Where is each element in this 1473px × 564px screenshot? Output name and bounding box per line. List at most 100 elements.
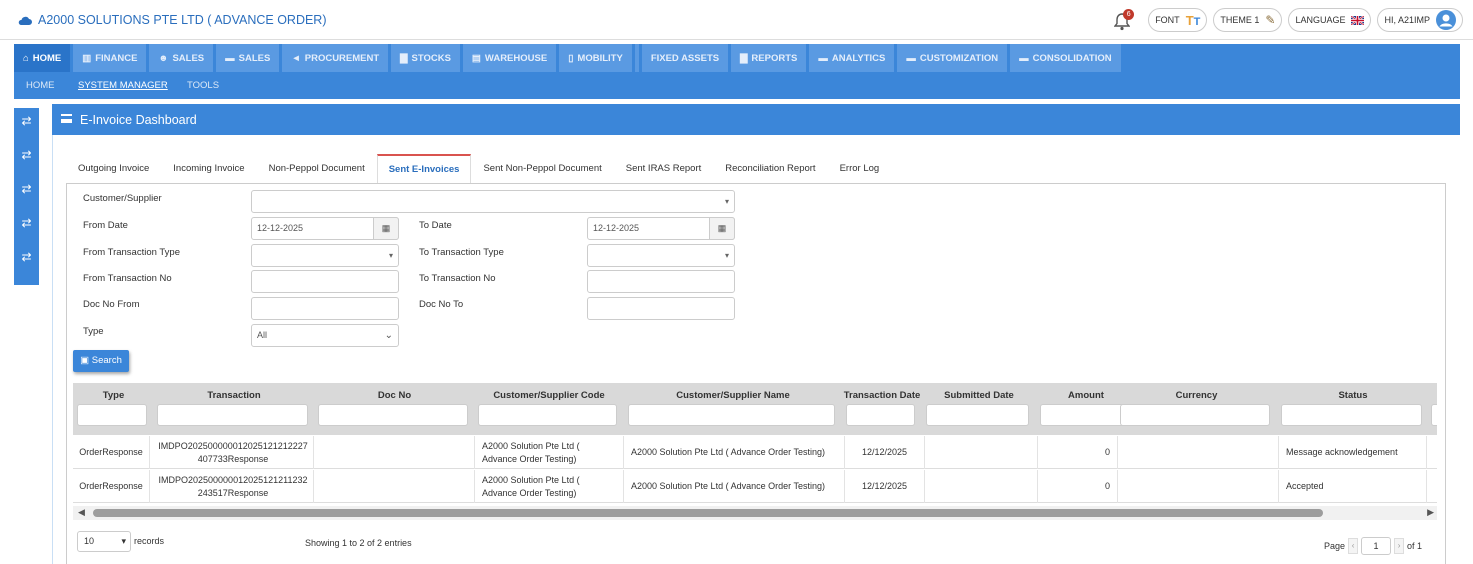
table-row[interactable]: OrderResponse IMDPO2025000000120251212122…	[73, 436, 1437, 469]
page-input[interactable]: 1	[1361, 537, 1392, 555]
type-select[interactable]: All ⌄	[251, 324, 399, 347]
column-header[interactable]: Transaction	[153, 390, 315, 401]
column-filter-input[interactable]	[77, 404, 147, 426]
prev-page-button[interactable]: ‹	[1348, 538, 1359, 554]
column-header[interactable]: Transaction Date	[842, 390, 922, 401]
tab-sent-non-peppol-document[interactable]: Sent Non-Peppol Document	[471, 154, 613, 184]
column-header[interactable]: Currency	[1116, 390, 1277, 401]
column-filter-input[interactable]	[1431, 404, 1437, 426]
language-selector[interactable]: LANGUAGE	[1288, 8, 1372, 32]
cloud-icon	[18, 16, 32, 25]
subnav-tools[interactable]: TOOLS	[187, 80, 219, 91]
tab-sent-e-invoices[interactable]: Sent E-Invoices	[376, 154, 472, 184]
column-header[interactable]: Doc No	[314, 390, 475, 401]
hamburger-icon[interactable]	[61, 114, 72, 123]
to-transaction-no-input[interactable]	[587, 270, 735, 293]
menu-item-finance[interactable]: ▥ FINANCE	[73, 44, 147, 72]
tab-non-peppol-document[interactable]: Non-Peppol Document	[257, 154, 377, 184]
menu-item-home[interactable]: ⌂ HOME	[14, 44, 71, 72]
column-filter-input[interactable]	[846, 404, 915, 426]
column-filter-input[interactable]	[318, 404, 468, 426]
subnav-home[interactable]: HOME	[26, 80, 55, 91]
menu-item-fixed-assets[interactable]: FIXED ASSETS	[641, 44, 729, 72]
swap-icon[interactable]: ⇄	[14, 176, 39, 210]
tab-reconciliation-report[interactable]: Reconciliation Report	[713, 154, 827, 184]
bullhorn-icon: ◄	[291, 52, 301, 64]
avatar-icon	[1436, 10, 1456, 30]
menu-item-customization[interactable]: ▬ CUSTOMIZATION	[897, 44, 1008, 72]
column-filter-input[interactable]	[1281, 404, 1422, 426]
page-size-value: 10	[84, 536, 95, 546]
table-cell	[925, 436, 1038, 469]
column-header[interactable]: Status	[1277, 390, 1429, 401]
table-cell: 12/12/2025	[845, 436, 925, 469]
column-header[interactable]: Type	[73, 390, 154, 401]
subnav-system-manager[interactable]: SYSTEM MANAGER	[78, 80, 168, 91]
user-menu[interactable]: HI, A21IMP	[1377, 8, 1463, 32]
menu-item-reports[interactable]: ▇ REPORTS	[731, 44, 807, 72]
scroll-left-icon[interactable]: ◀	[78, 507, 85, 518]
tab-outgoing-invoice[interactable]: Outgoing Invoice	[66, 154, 161, 184]
column-filter-input[interactable]	[157, 404, 308, 426]
from-date-field[interactable]: 12-12-2025 ▦	[251, 217, 399, 240]
header-tools: 6 FONT TT THEME 1 ✎ LANGUAGE HI, A21IMP	[1114, 8, 1463, 32]
warehouse-icon: ▤	[471, 52, 481, 64]
column-header[interactable]: Customer/Supplier Name	[624, 390, 842, 401]
tab-error-log[interactable]: Error Log	[828, 154, 892, 184]
cell-text: Message acknowledgement	[1286, 447, 1398, 457]
next-page-button[interactable]: ›	[1394, 538, 1405, 554]
menu-item-procurement[interactable]: ◄ PROCUREMENT	[282, 44, 389, 72]
to-transaction-type-select[interactable]	[587, 244, 735, 267]
column-header[interactable]: Submitted Date	[922, 390, 1036, 401]
from-transaction-no-input[interactable]	[251, 270, 399, 293]
menu-item-stocks[interactable]: ▇ STOCKS	[391, 44, 460, 72]
menu-item-blank[interactable]	[634, 44, 639, 72]
column-filter-input[interactable]	[1040, 404, 1129, 426]
to-date-field[interactable]: 12-12-2025 ▦	[587, 217, 735, 240]
customer-supplier-select[interactable]	[251, 190, 735, 213]
scroll-right-icon[interactable]: ▶	[1427, 507, 1434, 518]
app-title: A2000 SOLUTIONS PTE LTD ( ADVANCE ORDER)	[38, 13, 327, 27]
menu-item-label: CONSOLIDATION	[1032, 52, 1112, 64]
menu-item-sales[interactable]: ▬ SALES	[216, 44, 280, 72]
theme-selector[interactable]: THEME 1 ✎	[1213, 8, 1283, 32]
from-transaction-type-select[interactable]	[251, 244, 399, 267]
menu-item-sales[interactable]: ☻ SALES	[149, 44, 214, 72]
swap-icon[interactable]: ⇄	[14, 142, 39, 176]
calendar-icon[interactable]: ▦	[373, 217, 399, 240]
swap-icon[interactable]: ⇄	[14, 210, 39, 244]
cart-icon: ▬	[818, 52, 828, 64]
column-filter-input[interactable]	[926, 404, 1029, 426]
doc-no-from-input[interactable]	[251, 297, 399, 320]
column-filter-input[interactable]	[628, 404, 835, 426]
cell-content: OrderResponse	[79, 446, 143, 459]
menu-item-consolidation[interactable]: ▬ CONSOLIDATION	[1010, 44, 1121, 72]
horizontal-scrollbar[interactable]: ◀ ▶	[73, 506, 1437, 520]
menu-item-analytics[interactable]: ▬ ANALYTICS	[809, 44, 895, 72]
bar-chart-icon: ▇	[740, 52, 748, 64]
doc-no-from-label: Doc No From	[83, 299, 140, 310]
swap-icon[interactable]: ⇄	[14, 108, 39, 142]
app-brand[interactable]: A2000 SOLUTIONS PTE LTD ( ADVANCE ORDER)	[18, 13, 327, 27]
column-filter-input[interactable]	[1120, 404, 1270, 426]
search-button[interactable]: ▣ Search	[73, 350, 129, 372]
column-header[interactable]: Customer/Supplier Code	[474, 390, 624, 401]
page-size-select[interactable]: 10	[77, 531, 131, 552]
table-cell: IMDPO202500000012025121212227 407733Respo…	[153, 436, 314, 469]
cell-text: IMDPO202500000012025121212227	[158, 440, 308, 451]
menu-item-warehouse[interactable]: ▤ WAREHOUSE	[462, 44, 557, 72]
type-value: All	[257, 330, 268, 340]
swap-icon[interactable]: ⇄	[14, 244, 39, 278]
font-selector[interactable]: FONT TT	[1148, 8, 1208, 32]
tab-sent-iras-report[interactable]: Sent IRAS Report	[614, 154, 714, 184]
menu-item-mobility[interactable]: ▯ MOBILITY	[559, 44, 632, 72]
column-filter-input[interactable]	[478, 404, 617, 426]
notification-bell[interactable]: 6	[1114, 9, 1135, 31]
table-row[interactable]: OrderResponse IMDPO2025000000120251212112…	[73, 470, 1437, 503]
menu-item-label: WAREHOUSE	[484, 52, 548, 64]
tab-incoming-invoice[interactable]: Incoming Invoice	[161, 154, 256, 184]
doc-no-to-input[interactable]	[587, 297, 735, 320]
menu-item-label: HOME	[32, 52, 62, 64]
scrollbar-thumb[interactable]	[93, 509, 1323, 517]
calendar-icon[interactable]: ▦	[709, 217, 735, 240]
